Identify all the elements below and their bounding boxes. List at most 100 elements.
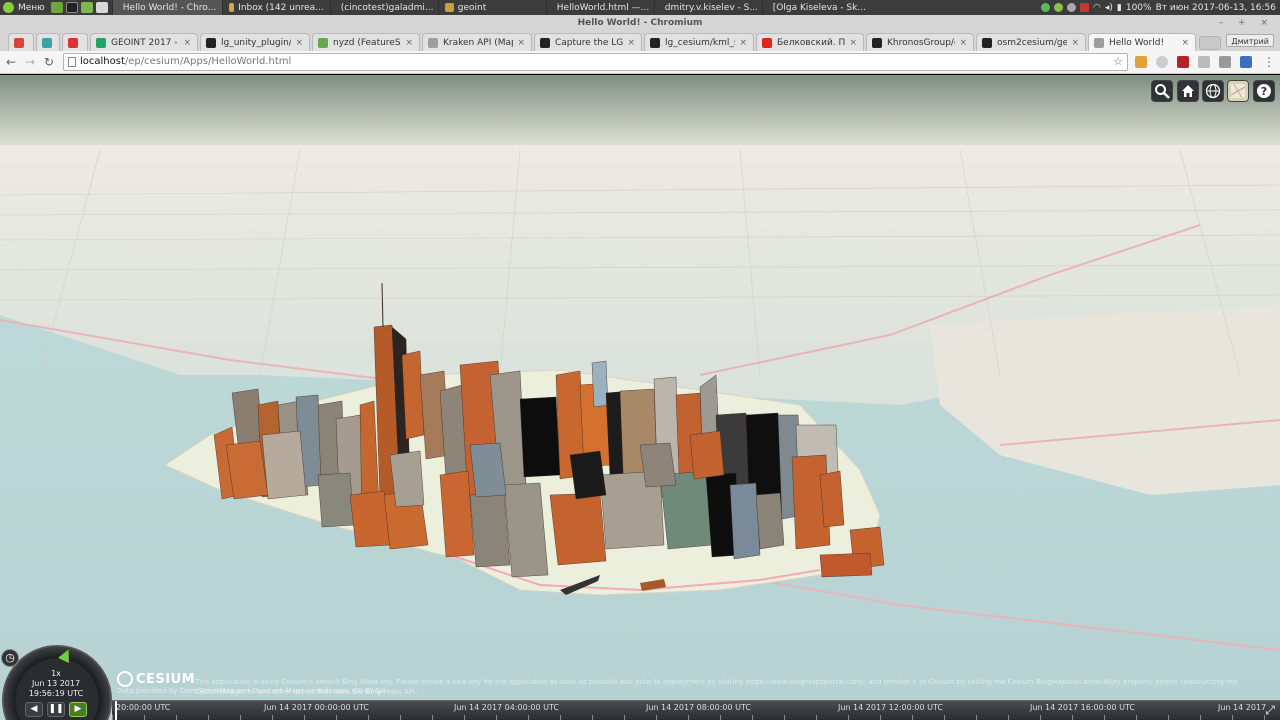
timeline-tick-label: 20:00:00 UTC bbox=[116, 703, 171, 712]
tab-close-icon[interactable]: × bbox=[627, 38, 635, 48]
reload-icon[interactable]: ↻ bbox=[42, 55, 56, 69]
tab-title: lg_unity_plugin/m bbox=[221, 37, 291, 48]
extension-5-icon[interactable] bbox=[1219, 56, 1231, 68]
show-desktop-icon[interactable] bbox=[50, 2, 63, 13]
tab-close-icon[interactable]: × bbox=[849, 38, 857, 48]
keyboard-layout-icon[interactable] bbox=[1080, 3, 1089, 12]
update-icon[interactable] bbox=[1041, 3, 1050, 12]
cesium-orb-icon bbox=[117, 671, 133, 687]
status-icon[interactable] bbox=[1054, 3, 1063, 12]
animation-date: Jun 13 2017 bbox=[31, 679, 81, 688]
credits-area: CESIUM This application is using Cesium'… bbox=[117, 671, 1267, 699]
cesium-viewer[interactable]: ? ◷ 1x Jun 13 2017 19:56:19 UTC ◀ ❚❚ ▶ C… bbox=[0, 75, 1280, 720]
taskbar-task[interactable]: [Olga Kiseleva - Sk... bbox=[761, 0, 870, 15]
tab-title: Белковский. Пр bbox=[777, 37, 846, 48]
timeline[interactable]: 20:00:00 UTC Jun 14 2017 00:00:00 UTC Jun … bbox=[112, 700, 1280, 720]
tab-close-icon[interactable]: × bbox=[1181, 38, 1189, 48]
browser-tab[interactable] bbox=[36, 33, 60, 51]
browser-tab[interactable]: GEOINT 2017 - S × bbox=[90, 33, 198, 51]
forward-icon[interactable]: → bbox=[23, 55, 37, 69]
tab-title: nyzd (FeatureSer bbox=[333, 37, 401, 48]
browser-tab[interactable]: Белковский. Пр × bbox=[756, 33, 864, 51]
taskbar-task[interactable]: Inbox (142 unrea... bbox=[221, 0, 330, 15]
pause-icon[interactable]: ❚❚ bbox=[47, 702, 65, 717]
map-attribution[interactable]: Data provided by OpenStreetMap and Overt… bbox=[117, 687, 385, 695]
address-bar[interactable]: localhost/ep/cesium/Apps/HelloWorld.html… bbox=[63, 53, 1128, 71]
play-reverse-icon[interactable]: ◀ bbox=[25, 702, 43, 717]
task-label: [Olga Kiseleva - Sk... bbox=[772, 2, 866, 13]
task-app-icon bbox=[444, 3, 454, 12]
text-editor-icon[interactable] bbox=[95, 2, 108, 13]
tab-close-icon[interactable]: × bbox=[405, 38, 413, 48]
extension-1-icon[interactable] bbox=[1135, 56, 1147, 68]
layers-icon[interactable] bbox=[1227, 80, 1249, 102]
tab-title: Hello World! bbox=[1109, 37, 1165, 48]
taskbar-task[interactable]: Hello World! - Chro... bbox=[111, 0, 222, 15]
terminal-icon[interactable] bbox=[65, 2, 78, 13]
shield-icon[interactable] bbox=[1067, 3, 1076, 12]
quick-launchers bbox=[50, 2, 112, 13]
extension-4-icon[interactable] bbox=[1198, 56, 1210, 68]
new-tab-button[interactable] bbox=[1199, 36, 1221, 50]
tab-favicon-icon bbox=[68, 37, 78, 48]
tab-close-icon[interactable]: × bbox=[739, 38, 747, 48]
start-menu-button[interactable]: Меню bbox=[0, 0, 51, 15]
wifi-icon[interactable]: ◠ bbox=[1093, 3, 1101, 13]
map-scene[interactable] bbox=[0, 75, 1280, 720]
clock-icon[interactable]: ◷ bbox=[1, 649, 19, 667]
tab-favicon-icon bbox=[428, 37, 438, 48]
task-label: (cincotest)galadmi... bbox=[340, 2, 434, 13]
play-forward-icon[interactable]: ▶ bbox=[69, 702, 87, 717]
browser-tab[interactable]: Capture the LG's × bbox=[534, 33, 642, 51]
extension-3-icon[interactable] bbox=[1177, 56, 1189, 68]
fullscreen-icon[interactable]: ⤢ bbox=[1262, 702, 1278, 718]
extension-6-icon[interactable] bbox=[1240, 56, 1252, 68]
volume-icon[interactable]: ◂) bbox=[1105, 3, 1113, 13]
system-tray: ◠ ◂) ▮ 100% Вт июн 2017-06-13, 16:56 bbox=[1041, 3, 1280, 13]
browser-tab[interactable] bbox=[8, 33, 34, 51]
window-controls[interactable]: – + × bbox=[1219, 15, 1274, 32]
bookmark-star-icon[interactable]: ☆ bbox=[1113, 54, 1123, 70]
taskbar-task[interactable]: (cincotest)galadmi... bbox=[329, 0, 438, 15]
tab-close-icon[interactable]: × bbox=[295, 38, 303, 48]
tab-close-icon[interactable]: × bbox=[959, 38, 967, 48]
tab-close-icon[interactable]: × bbox=[183, 38, 191, 48]
task-label: Hello World! - Chro... bbox=[122, 2, 217, 13]
cesium-logo[interactable]: CESIUM bbox=[117, 671, 195, 687]
task-label: dmitry.v.kiselev - S... bbox=[664, 2, 758, 13]
tab-favicon-icon bbox=[540, 37, 550, 48]
profile-button[interactable]: Дмитрий bbox=[1226, 34, 1274, 47]
system-clock[interactable]: Вт июн 2017-06-13, 16:56 bbox=[1156, 3, 1276, 13]
browser-tab[interactable]: osm2cesium/get × bbox=[976, 33, 1086, 51]
files-icon[interactable] bbox=[80, 2, 93, 13]
back-icon[interactable]: ← bbox=[4, 55, 18, 69]
taskbar-task[interactable]: HelloWorld.html —... bbox=[545, 0, 654, 15]
extension-2-icon[interactable] bbox=[1156, 56, 1168, 68]
tab-close-icon[interactable]: × bbox=[1071, 38, 1079, 48]
browser-tab[interactable]: KhronosGroup/gl × bbox=[866, 33, 974, 51]
menu-icon[interactable]: ⋮ bbox=[1262, 55, 1276, 69]
browser-tab[interactable]: nyzd (FeatureSer × bbox=[312, 33, 420, 51]
browser-tab[interactable]: lg_cesium/kml_sc × bbox=[644, 33, 754, 51]
search-icon[interactable] bbox=[1151, 80, 1173, 102]
taskbar-task[interactable]: geoint bbox=[437, 0, 546, 15]
help-icon[interactable]: ? bbox=[1253, 80, 1275, 102]
window-title: Hello World! - Chromium bbox=[577, 18, 703, 28]
globe-icon[interactable] bbox=[1202, 80, 1224, 102]
cesium-logo-text: CESIUM bbox=[136, 671, 196, 687]
tab-title: Capture the LG's bbox=[555, 37, 624, 48]
timeline-tick-label: Jun 14 2017 08:00:00 UTC bbox=[646, 703, 751, 712]
animation-widget[interactable]: ◷ 1x Jun 13 2017 19:56:19 UTC ◀ ❚❚ ▶ bbox=[0, 645, 112, 720]
battery-icon[interactable]: ▮ bbox=[1117, 3, 1122, 13]
tab-title: Kraken API (Map bbox=[443, 37, 514, 48]
browser-tab[interactable]: Kraken API (Map × bbox=[422, 33, 532, 51]
tab-title: lg_cesium/kml_sc bbox=[665, 37, 735, 48]
browser-tab[interactable] bbox=[62, 33, 88, 51]
task-label: Inbox (142 unrea... bbox=[238, 2, 324, 13]
tab-favicon-icon bbox=[206, 37, 216, 48]
tab-active[interactable]: Hello World! × bbox=[1088, 33, 1196, 51]
taskbar-task[interactable]: dmitry.v.kiselev - S... bbox=[653, 0, 762, 15]
tab-close-icon[interactable]: × bbox=[517, 38, 525, 48]
home-icon[interactable] bbox=[1177, 80, 1199, 102]
browser-tab[interactable]: lg_unity_plugin/m × bbox=[200, 33, 310, 51]
